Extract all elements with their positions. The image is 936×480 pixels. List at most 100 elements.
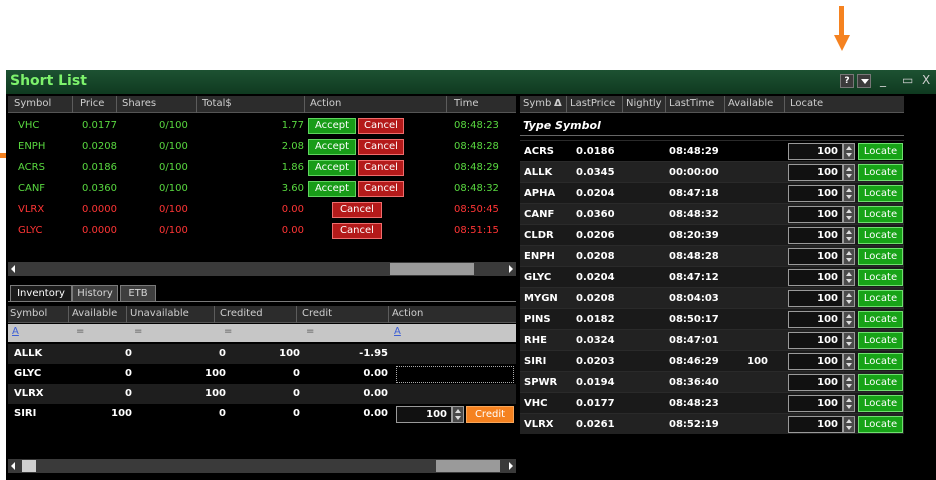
cancel-button[interactable]: Cancel (358, 181, 404, 197)
scroll-thumb[interactable] (22, 460, 36, 472)
locate-button[interactable]: Locate (858, 206, 903, 223)
chevron-down-icon[interactable] (846, 321, 852, 325)
chevron-up-icon[interactable] (846, 167, 852, 171)
chevron-up-icon[interactable] (846, 419, 852, 423)
quantity-stepper[interactable] (843, 164, 855, 181)
locate-row[interactable]: VLRX 0.0261 08:52:19 100 Locate (520, 413, 904, 434)
order-row[interactable]: ACRS 0.0186 0/100 1.86 Accept Cancel 08:48:29 (8, 158, 516, 178)
locate-quantity-input[interactable]: 100 (788, 206, 843, 223)
action-cell-focus[interactable] (396, 366, 514, 383)
maximize-icon[interactable]: ▭ (902, 73, 913, 87)
credit-quantity-input[interactable]: 100 (396, 406, 452, 423)
accept-button[interactable]: Accept (308, 181, 356, 197)
quantity-stepper[interactable] (843, 227, 855, 244)
locate-button[interactable]: Locate (858, 311, 903, 328)
help-button[interactable]: ? (840, 74, 854, 88)
type-symbol-input[interactable]: Type Symbol (520, 114, 904, 136)
col-price[interactable]: Price (80, 98, 104, 109)
filter-action[interactable]: A (394, 326, 401, 337)
sort-delta-icon[interactable]: Δ (554, 98, 562, 109)
inventory-row[interactable]: GLYC 0 100 0 0.00 (8, 364, 516, 384)
chevron-up-icon[interactable] (846, 356, 852, 360)
scroll-right-icon[interactable] (509, 265, 513, 273)
cancel-button[interactable]: Cancel (358, 160, 404, 176)
order-row[interactable]: VLRX 0.0000 0/100 0.00 Cancel 08:50:45 (8, 200, 516, 220)
locate-button[interactable]: Locate (858, 227, 903, 244)
locate-quantity-input[interactable]: 100 (788, 269, 843, 286)
locate-row[interactable]: APHA 0.0204 08:47:18 100 Locate (520, 182, 904, 203)
col-credited[interactable]: Credited (220, 308, 263, 319)
accept-button[interactable]: Accept (308, 118, 356, 134)
chevron-up-icon[interactable] (846, 272, 852, 276)
chevron-up-icon[interactable] (846, 251, 852, 255)
cancel-button[interactable]: Cancel (332, 223, 382, 239)
locate-button[interactable]: Locate (858, 185, 903, 202)
col-available[interactable]: Available (72, 308, 117, 319)
quantity-stepper[interactable] (843, 290, 855, 307)
locate-button[interactable]: Locate (858, 374, 903, 391)
locate-row[interactable]: SPWR 0.0194 08:36:40 100 Locate (520, 371, 904, 392)
col-symb[interactable]: Symb (523, 98, 551, 109)
locate-row[interactable]: CLDR 0.0206 08:20:39 100 Locate (520, 224, 904, 245)
col-lasttime[interactable]: LastTime (669, 98, 714, 109)
chevron-down-icon[interactable] (846, 384, 852, 388)
quantity-stepper[interactable] (843, 269, 855, 286)
locate-quantity-input[interactable]: 100 (788, 353, 843, 370)
locate-row[interactable]: MYGN 0.0208 08:04:03 100 Locate (520, 287, 904, 308)
locate-quantity-input[interactable]: 100 (788, 248, 843, 265)
filter-credited[interactable]: = (224, 326, 232, 337)
chevron-down-icon[interactable] (455, 416, 461, 420)
locate-quantity-input[interactable]: 100 (788, 227, 843, 244)
chevron-up-icon[interactable] (846, 188, 852, 192)
tab-etb[interactable]: ETB (120, 285, 156, 302)
locate-button[interactable]: Locate (858, 143, 903, 160)
chevron-up-icon[interactable] (846, 377, 852, 381)
chevron-down-icon[interactable] (846, 342, 852, 346)
locate-button[interactable]: Locate (858, 248, 903, 265)
locate-quantity-input[interactable]: 100 (788, 332, 843, 349)
locate-row[interactable]: ENPH 0.0208 08:48:28 100 Locate (520, 245, 904, 266)
filter-unavailable[interactable]: = (134, 326, 142, 337)
chevron-down-icon[interactable] (846, 300, 852, 304)
col-lastprice[interactable]: LastPrice (570, 98, 615, 109)
locate-row[interactable]: SIRI 0.0203 08:46:29 100 100 Locate (520, 350, 904, 371)
col-inv-action[interactable]: Action (392, 308, 423, 319)
quantity-stepper[interactable] (843, 143, 855, 160)
col-available[interactable]: Available (728, 98, 773, 109)
col-action[interactable]: Action (310, 98, 341, 109)
locate-quantity-input[interactable]: 100 (788, 290, 843, 307)
cancel-button[interactable]: Cancel (358, 139, 404, 155)
locate-button[interactable]: Locate (858, 290, 903, 307)
title-bar[interactable]: Short List ? _ ▭ X (6, 70, 936, 94)
locate-quantity-input[interactable]: 100 (788, 311, 843, 328)
chevron-up-icon[interactable] (846, 398, 852, 402)
locate-row[interactable]: ACRS 0.0186 08:48:29 100 Locate (520, 140, 904, 161)
chevron-down-icon[interactable] (846, 153, 852, 157)
chevron-down-icon[interactable] (846, 174, 852, 178)
inventory-row[interactable]: VLRX 0 100 0 0.00 (8, 384, 516, 404)
locate-row[interactable]: VHC 0.0177 08:48:23 100 Locate (520, 392, 904, 413)
chevron-up-icon[interactable] (846, 146, 852, 150)
scroll-track-segment[interactable] (436, 460, 500, 472)
quantity-stepper[interactable] (843, 206, 855, 223)
scroll-thumb[interactable] (390, 263, 474, 275)
col-credit[interactable]: Credit (302, 308, 332, 319)
locate-quantity-input[interactable]: 100 (788, 395, 843, 412)
scroll-right-icon[interactable] (509, 462, 513, 470)
inventory-horizontal-scrollbar[interactable] (8, 459, 516, 473)
col-total[interactable]: Total$ (202, 98, 232, 109)
col-nightly[interactable]: Nightly (626, 98, 662, 109)
tab-history[interactable]: History (72, 285, 118, 302)
locate-button[interactable]: Locate (858, 353, 903, 370)
chevron-down-icon[interactable] (846, 405, 852, 409)
locate-quantity-input[interactable]: 100 (788, 164, 843, 181)
chevron-down-icon[interactable] (846, 426, 852, 430)
order-row[interactable]: VHC 0.0177 0/100 1.77 Accept Cancel 08:48:23 (8, 116, 516, 136)
col-unavailable[interactable]: Unavailable (130, 308, 189, 319)
tab-inventory[interactable]: Inventory (10, 285, 72, 302)
locate-quantity-input[interactable]: 100 (788, 374, 843, 391)
orders-horizontal-scrollbar[interactable] (8, 262, 516, 276)
filter-available[interactable]: = (76, 326, 84, 337)
accept-button[interactable]: Accept (308, 139, 356, 155)
locate-button[interactable]: Locate (858, 269, 903, 286)
